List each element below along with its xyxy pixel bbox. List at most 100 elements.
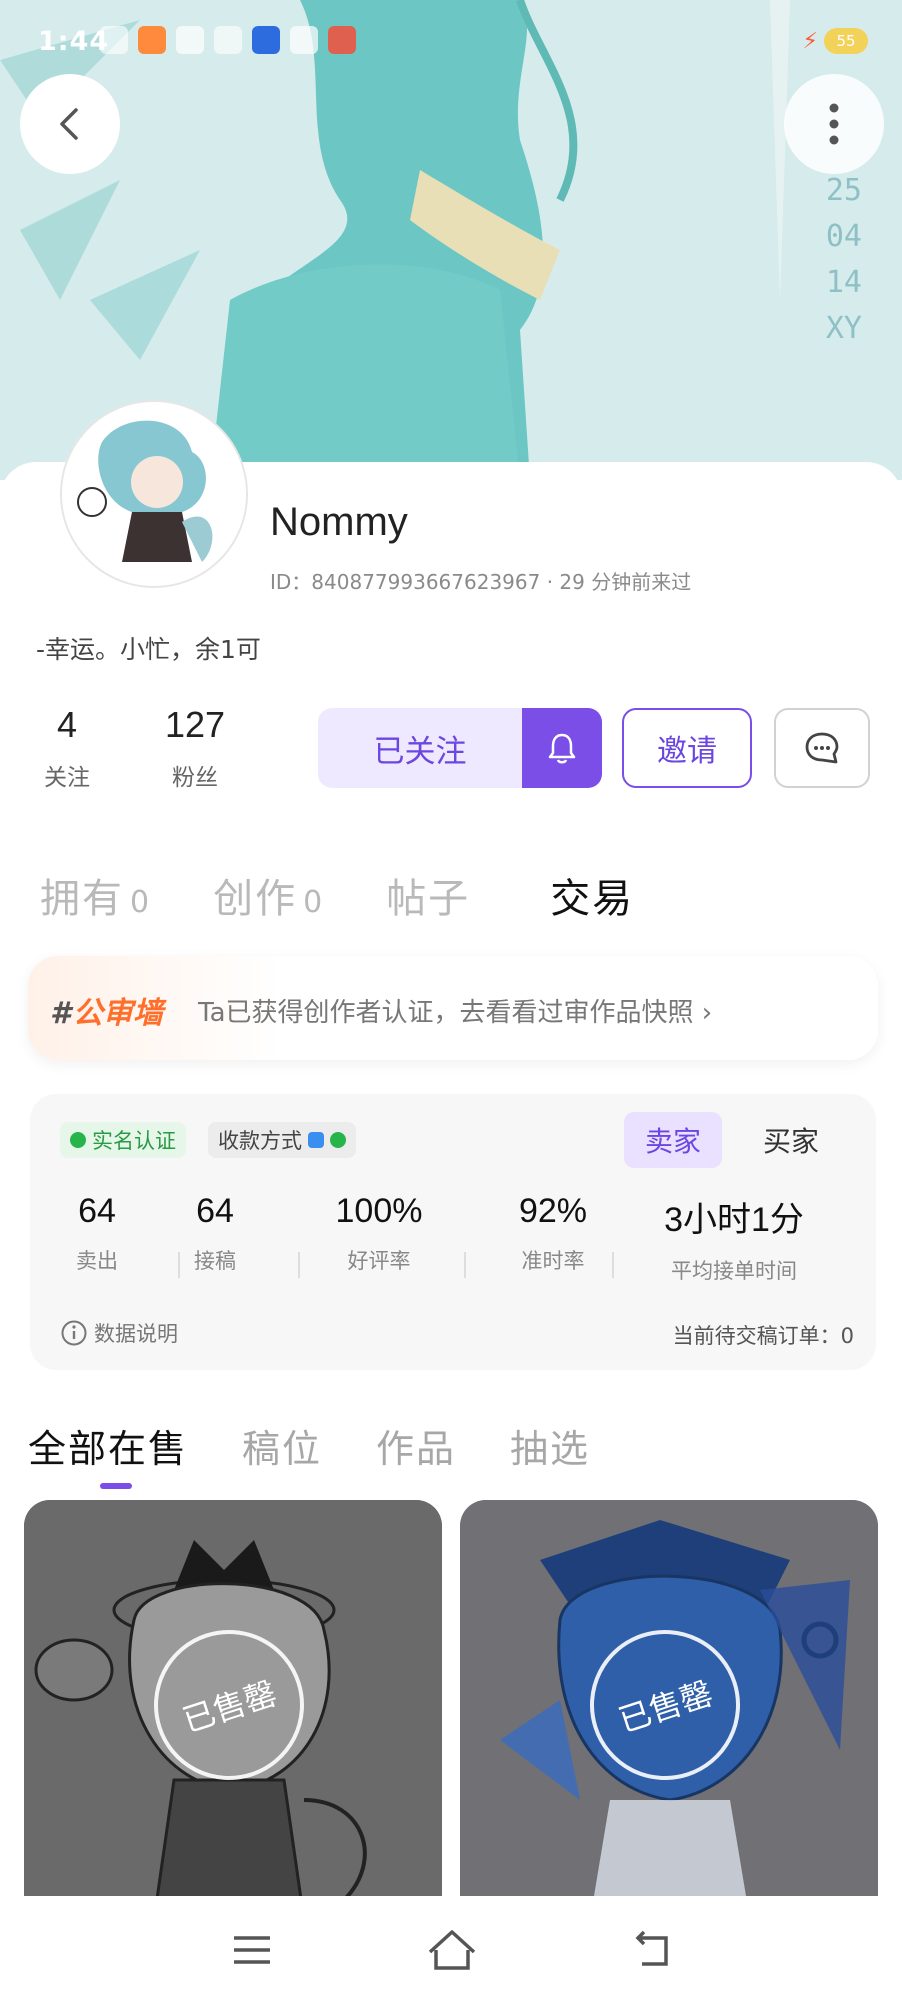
metric-value: 92% <box>518 1192 588 1230</box>
battery-indicator: ⚡ 55 <box>803 28 868 54</box>
back-arrow-icon <box>635 1930 668 1966</box>
stat-label: 关注 <box>44 765 90 791</box>
wechat-icon <box>176 26 204 54</box>
tab-label: 创作 <box>213 876 298 922</box>
system-nav-bar <box>0 1896 902 2004</box>
home-button[interactable] <box>422 1922 482 1978</box>
stat-label: 粉丝 <box>172 765 218 791</box>
metric-divider <box>612 1252 614 1278</box>
notification-icon <box>138 26 166 54</box>
tab-trade[interactable]: 交易 <box>539 866 635 924</box>
status-time: 1:44 <box>38 26 110 57</box>
data-explanation-label: 数据说明 <box>94 1322 178 1346</box>
tab-creations[interactable]: 创作 0 <box>213 866 324 924</box>
tab-owned[interactable]: 拥有 0 <box>40 866 151 924</box>
tab-label: 帖子 <box>386 876 471 922</box>
recent-apps-button[interactable] <box>222 1922 282 1978</box>
notification-icons <box>100 26 356 54</box>
metric-value: 64 <box>196 1192 234 1230</box>
more-vertical-icon <box>829 103 839 145</box>
tab-label: 全部在售 <box>28 1427 189 1471</box>
seller-toggle[interactable]: 卖家 <box>624 1112 722 1168</box>
payment-method-badge[interactable]: 收款方式 <box>208 1122 356 1158</box>
banner-signature: 25 04 14 XY <box>826 168 862 352</box>
tab-label: 作品 <box>376 1427 457 1471</box>
metric-label: 好评率 <box>347 1249 411 1273</box>
trade-stats-panel: 实名认证 收款方式 卖家 买家 64 卖出 64 接稿 100% 好评率 92%… <box>30 1094 876 1370</box>
metric-label: 准时率 <box>521 1249 585 1273</box>
tab-label: 交易 <box>550 876 635 922</box>
avatar-image <box>62 402 246 586</box>
tab-label: 稿位 <box>242 1427 323 1471</box>
tab-label: 拥有 <box>40 876 124 922</box>
tab-all-on-sale[interactable]: 全部在售 <box>28 1418 189 1489</box>
bell-icon <box>548 733 576 764</box>
user-id-line: ID：840877993667623967 · 29 分钟前来过 <box>270 570 692 594</box>
tab-posts[interactable]: 帖子 <box>386 866 470 924</box>
metric-divider <box>464 1252 466 1278</box>
metric-label: 卖出 <box>76 1249 118 1273</box>
wechat-pay-icon <box>330 1132 346 1148</box>
signature-line: 14 <box>825 265 862 300</box>
info-icon <box>61 1320 87 1346</box>
tab-label: 抽选 <box>510 1427 591 1471</box>
real-name-badge[interactable]: 实名认证 <box>60 1122 186 1158</box>
metric-label: 接稿 <box>194 1249 236 1273</box>
badge-label: 收款方式 <box>218 1129 302 1153</box>
notify-bell-button[interactable] <box>522 708 602 788</box>
audit-wall-banner[interactable]: #公审墙 Ta已获得创作者认证，去看看过审作品快照 › <box>28 956 878 1060</box>
tab-slots[interactable]: 稿位 <box>242 1418 322 1473</box>
username: Nommy <box>270 500 408 544</box>
metric-divider <box>298 1252 300 1278</box>
alipay-icon <box>308 1132 324 1148</box>
battery-level: 55 <box>824 28 868 54</box>
more-button[interactable] <box>784 74 884 174</box>
data-explanation-link[interactable]: 数据说明 <box>60 1318 178 1348</box>
avatar[interactable] <box>60 400 248 588</box>
metric-label: 平均接单时间 <box>671 1259 797 1283</box>
profile-tabs: 拥有 0 创作 0 帖子 交易 <box>40 866 634 924</box>
buyer-toggle[interactable]: 买家 <box>742 1112 840 1168</box>
signature-line: 25 <box>825 173 862 208</box>
notification-icon <box>100 26 128 54</box>
verified-check-icon <box>70 1132 86 1148</box>
product-card[interactable]: 已售罄 <box>460 1500 878 1920</box>
message-button[interactable] <box>774 708 870 788</box>
home-icon <box>428 1930 476 1970</box>
metric-positive-rate: 100% 好评率 <box>314 1192 444 1275</box>
hash-symbol: # <box>50 996 71 1031</box>
notification-icon <box>214 26 242 54</box>
charging-icon: ⚡ <box>802 28 818 54</box>
audit-wall-tag: #公审墙 <box>50 988 163 1032</box>
app-icon <box>328 26 356 54</box>
followed-button[interactable]: 已关注 <box>318 708 522 788</box>
tab-works[interactable]: 作品 <box>376 1418 456 1473</box>
signature-line: XY <box>825 311 862 346</box>
back-nav-button[interactable] <box>622 1922 682 1978</box>
metric-accepted: 64 接稿 <box>170 1192 260 1275</box>
back-button[interactable] <box>20 74 120 174</box>
audit-wall-title: 公审墙 <box>72 996 163 1031</box>
audit-wall-text: Ta已获得创作者认证，去看看过审作品快照 › <box>198 998 713 1028</box>
stat-value: 127 <box>164 704 226 745</box>
signature-line: 04 <box>825 219 862 254</box>
tab-count: 0 <box>130 885 152 920</box>
metric-sold: 64 卖出 <box>52 1192 142 1275</box>
stat-followers[interactable]: 127 粉丝 <box>150 704 240 792</box>
badge-label: 实名认证 <box>92 1129 176 1153</box>
metric-on-time-rate: 92% 准时率 <box>488 1192 618 1275</box>
metric-value: 100% <box>335 1192 423 1230</box>
status-bar: 1:44 ⚡ 55 <box>0 0 902 84</box>
chevron-left-icon <box>60 108 78 140</box>
tab-draws[interactable]: 抽选 <box>510 1418 590 1473</box>
stat-value: 4 <box>56 704 78 745</box>
app-icon <box>252 26 280 54</box>
active-tab-underline <box>100 1483 132 1489</box>
listing-tabs: 全部在售 稿位 作品 抽选 <box>28 1418 590 1489</box>
invite-button[interactable]: 邀请 <box>622 708 752 788</box>
stat-following[interactable]: 4 关注 <box>42 704 92 792</box>
weibo-icon <box>290 26 318 54</box>
metric-value: 64 <box>78 1192 116 1230</box>
metric-avg-accept-time: 3小时1分 平均接单时间 <box>636 1192 832 1285</box>
product-card[interactable]: 已售罄 <box>24 1500 442 1920</box>
